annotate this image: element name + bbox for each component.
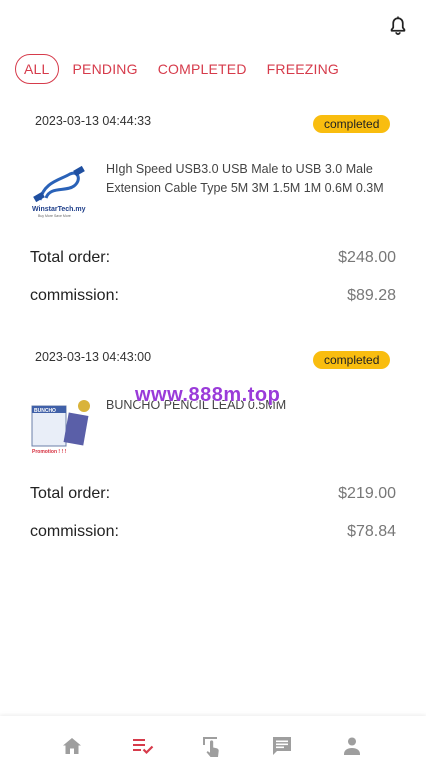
watermark-text: www.888m.top <box>135 384 281 406</box>
thumbnail-tagline: Promotion ! ! ! <box>32 449 66 455</box>
tab-completed[interactable]: COMPLETED <box>148 54 257 84</box>
order-date: 2023-03-13 04:43:00 <box>35 350 152 364</box>
home-icon[interactable] <box>60 734 84 758</box>
tab-pending[interactable]: PENDING <box>63 54 148 84</box>
status-badge: completed <box>313 351 391 369</box>
order-date: 2023-03-13 04:44:33 <box>35 114 152 128</box>
commission-label: commission: <box>30 523 119 540</box>
total-order-label: Total order: <box>30 485 111 502</box>
commission-row: commission: $89.28 <box>30 284 396 308</box>
product-thumbnail: BUNCHO Promotion ! ! ! <box>30 396 92 456</box>
product-name: HIgh Speed USB3.0 USB Male to USB 3.0 Ma… <box>106 162 384 195</box>
commission-value: $78.84 <box>347 523 396 540</box>
total-order-label: Total order: <box>30 249 111 266</box>
commission-label: commission: <box>30 287 119 304</box>
chat-icon[interactable] <box>270 734 294 758</box>
tap-hand-icon[interactable] <box>200 734 224 758</box>
filter-tabs: ALL PENDING COMPLETED FREEZING <box>15 53 349 85</box>
product-thumbnail: WinstarTech.my Buy More Save More <box>30 160 92 220</box>
bottom-nav <box>0 716 426 765</box>
profile-icon[interactable] <box>340 734 364 758</box>
total-order-row: Total order: $248.00 <box>30 246 396 270</box>
total-order-value: $248.00 <box>338 249 396 266</box>
top-bar <box>0 0 426 50</box>
tab-all[interactable]: ALL <box>15 54 59 84</box>
tab-freezing[interactable]: FREEZING <box>257 54 349 84</box>
status-badge: completed <box>313 115 391 133</box>
thumbnail-tagline: Buy More Save More <box>38 214 71 218</box>
order-list-icon[interactable] <box>131 734 155 758</box>
thumbnail-brand: BUNCHO <box>34 408 56 414</box>
bell-icon[interactable] <box>387 14 409 38</box>
thumbnail-brand: WinstarTech.my <box>32 206 86 213</box>
total-order-value: $219.00 <box>338 485 396 502</box>
total-order-row: Total order: $219.00 <box>30 482 396 506</box>
commission-row: commission: $78.84 <box>30 520 396 544</box>
commission-value: $89.28 <box>347 287 396 304</box>
